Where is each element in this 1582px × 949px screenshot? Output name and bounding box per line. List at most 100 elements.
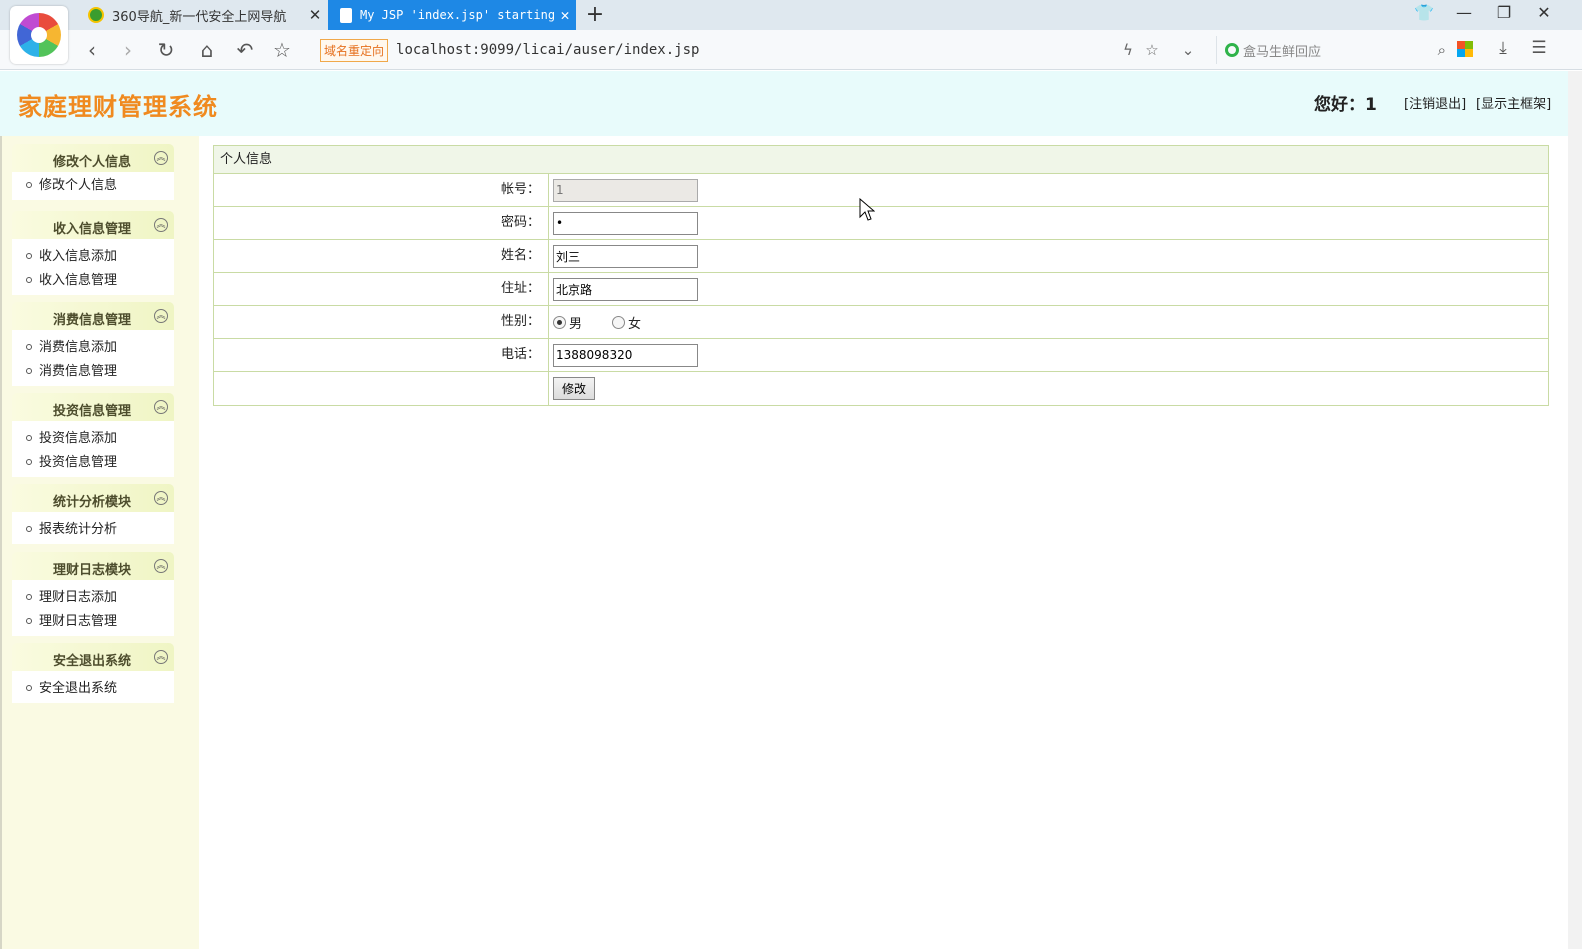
account-label: 帐号：	[214, 174, 549, 206]
mouse-cursor-icon	[859, 198, 875, 221]
account-field[interactable]	[553, 178, 698, 202]
redirect-badge[interactable]: 域名重定向	[320, 38, 389, 62]
url-field[interactable]: 域名重定向 localhost:9099/licai/auser/index.j…	[320, 36, 1200, 64]
menu-group-profile: 修改个人信息 ︽ 修改个人信息	[12, 144, 174, 200]
scrollbar[interactable]	[1568, 71, 1582, 949]
favorite-star-icon[interactable]: ☆	[1140, 41, 1164, 59]
collapse-icon[interactable]: ︽	[154, 151, 168, 165]
collapse-icon[interactable]: ︽	[154, 559, 168, 573]
sidebar-item-investment-manage[interactable]: 投资信息管理	[12, 451, 174, 475]
back-icon[interactable]: ‹	[79, 37, 105, 63]
phone-label: 电话：	[214, 339, 549, 371]
show-frame-link[interactable]: [显示主框架]	[1476, 93, 1551, 112]
minimize-icon[interactable]: —	[1452, 3, 1476, 22]
browser-logo[interactable]	[10, 6, 68, 64]
form-row-account: 帐号：	[214, 174, 1548, 207]
sidebar-item-label: 投资信息添加	[39, 431, 118, 446]
name-field[interactable]	[553, 244, 698, 268]
collapse-icon[interactable]: ︽	[154, 650, 168, 664]
menu-group-title: 统计分析模块	[52, 495, 131, 510]
gender-label: 性别：	[214, 306, 549, 338]
bullet-icon	[26, 367, 32, 374]
sidebar-item-log-add[interactable]: 理财日志添加	[12, 586, 174, 610]
submit-button[interactable]: 修改	[553, 377, 596, 400]
sidebar-item-safe-exit[interactable]: 安全退出系统	[12, 677, 174, 701]
menu-group-header[interactable]: 理财日志模块 ︽	[12, 552, 174, 580]
collapse-icon[interactable]: ︽	[154, 491, 168, 505]
app-header: 家庭理财管理系统 您好：1 [注销退出] [显示主框架]	[0, 71, 1568, 136]
bookmark-star-icon[interactable]: ☆	[269, 37, 295, 63]
tab-label: My JSP 'index.jsp' starting	[360, 8, 554, 22]
gender-male-radio[interactable]	[553, 315, 566, 329]
sidebar-item-income-add[interactable]: 收入信息添加	[12, 245, 174, 269]
password-field[interactable]	[553, 211, 698, 235]
window-close-icon[interactable]: ✕	[1532, 3, 1556, 22]
search-engine-icon	[1225, 43, 1239, 57]
collapse-icon[interactable]: ︽	[154, 400, 168, 414]
sidebar-item-log-manage[interactable]: 理财日志管理	[12, 610, 174, 634]
gender-female-radio[interactable]	[612, 315, 626, 329]
search-icon[interactable]: ⌕	[1438, 41, 1446, 59]
sidebar-item-label: 理财日志添加	[39, 590, 118, 605]
password-label: 密码：	[214, 207, 549, 239]
logout-link[interactable]: [注销退出]	[1404, 93, 1466, 112]
skin-icon[interactable]: 👕	[1412, 3, 1436, 22]
menu-group-header[interactable]: 投资信息管理 ︽	[12, 393, 174, 421]
app-title: 家庭理财管理系统	[18, 93, 218, 121]
bullet-icon	[26, 181, 32, 188]
search-input[interactable]: 盒马生鲜回应	[1243, 41, 1438, 60]
address-label: 住址：	[214, 273, 549, 305]
submit-label-cell	[214, 372, 549, 405]
restore-icon[interactable]: ❐	[1492, 3, 1516, 22]
form-row-submit: 修改	[214, 372, 1548, 405]
sidebar-item-expense-manage[interactable]: 消费信息管理	[12, 360, 174, 384]
sidebar-item-label: 投资信息管理	[39, 455, 118, 470]
bullet-icon	[26, 458, 32, 465]
menu-group-title: 修改个人信息	[52, 155, 131, 170]
bullet-icon	[26, 252, 32, 259]
greeting: 您好：1	[1314, 95, 1377, 115]
close-icon[interactable]: ✕	[554, 6, 576, 24]
menu-icon[interactable]: ☰	[1526, 38, 1552, 62]
close-icon[interactable]: ✕	[304, 6, 326, 24]
download-icon[interactable]: ⤓	[1490, 38, 1516, 62]
collapse-icon[interactable]: ︽	[154, 309, 168, 323]
menu-group-header[interactable]: 修改个人信息 ︽	[12, 144, 174, 172]
sidebar-item-investment-add[interactable]: 投资信息添加	[12, 427, 174, 451]
address-field[interactable]	[553, 277, 698, 301]
browser-tab-jsp[interactable]: My JSP 'index.jsp' starting ✕	[328, 0, 576, 30]
menu-group-title: 消费信息管理	[52, 313, 131, 328]
sidebar-item-label: 收入信息添加	[39, 249, 118, 264]
menu-group-log: 理财日志模块 ︽ 理财日志添加 理财日志管理	[12, 552, 174, 636]
reload-icon[interactable]: ↻	[153, 37, 179, 63]
search-box[interactable]: 盒马生鲜回应 ⌕	[1216, 36, 1446, 64]
menu-group-header[interactable]: 统计分析模块 ︽	[12, 484, 174, 512]
gender-female-label: 女	[628, 316, 642, 332]
sidebar-item-label: 收入信息管理	[39, 273, 118, 288]
url-text[interactable]: localhost:9099/licai/auser/index.jsp	[396, 42, 1116, 58]
menu-group-header[interactable]: 收入信息管理 ︽	[12, 211, 174, 239]
sidebar-item-report[interactable]: 报表统计分析	[12, 518, 174, 542]
main-content: 个人信息 帐号： 密码： 姓名： 住址： 性别： 男 女	[199, 136, 1568, 949]
sidebar-item-expense-add[interactable]: 消费信息添加	[12, 336, 174, 360]
new-tab-button[interactable]: +	[584, 2, 606, 27]
profile-form: 个人信息 帐号： 密码： 姓名： 住址： 性别： 男 女	[213, 145, 1549, 406]
sidebar-item-edit-profile[interactable]: 修改个人信息	[12, 174, 174, 198]
menu-group-header[interactable]: 消费信息管理 ︽	[12, 302, 174, 330]
home-icon[interactable]: ⌂	[194, 37, 220, 63]
chevron-down-icon[interactable]: ⌄	[1176, 41, 1200, 59]
tab-label: 360导航_新一代安全上网导航	[112, 9, 287, 25]
lightning-icon[interactable]: ϟ	[1116, 41, 1140, 59]
phone-field[interactable]	[553, 343, 698, 367]
menu-group-expense: 消费信息管理 ︽ 消费信息添加 消费信息管理	[12, 302, 174, 386]
name-label: 姓名：	[214, 240, 549, 272]
menu-group-title: 投资信息管理	[52, 404, 131, 419]
collapse-icon[interactable]: ︽	[154, 218, 168, 232]
menu-group-title: 安全退出系统	[52, 654, 131, 669]
menu-group-header[interactable]: 安全退出系统 ︽	[12, 643, 174, 671]
undo-icon[interactable]: ↶	[232, 37, 258, 63]
sidebar-item-income-manage[interactable]: 收入信息管理	[12, 269, 174, 293]
forward-icon[interactable]: ›	[115, 37, 141, 63]
apps-icon[interactable]	[1452, 38, 1478, 62]
browser-tab-360[interactable]: 360导航_新一代安全上网导航 ✕	[76, 0, 326, 30]
